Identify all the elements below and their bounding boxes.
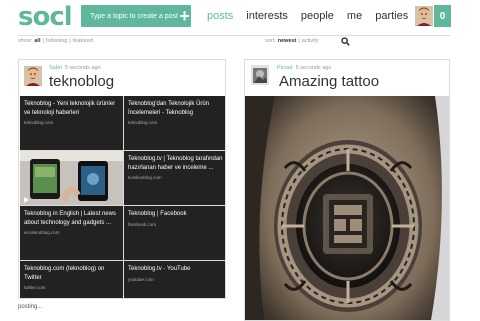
show-filter-prefix: show: [18, 38, 33, 44]
link-domain: youtube.com [128, 276, 154, 282]
nav-people[interactable]: people [301, 10, 334, 22]
filter-separator: | [298, 38, 300, 44]
post-card[interactable]: Picrad 5 seconds ago Amazing tattoo [244, 59, 450, 321]
filter-featured[interactable]: featured [73, 38, 93, 44]
tattoo-photo[interactable] [245, 96, 450, 321]
author-name[interactable]: Sabri [49, 65, 62, 71]
socl-logo[interactable]: socl [18, 2, 73, 32]
link-tile[interactable]: Teknoblog.com (teknoblog) on Twitter twi… [20, 261, 123, 298]
user-avatar[interactable] [415, 6, 433, 26]
link-domain: twitter.com [24, 285, 46, 291]
nav-parties[interactable]: parties [375, 10, 408, 22]
nav-me[interactable]: me [347, 10, 362, 22]
post-title[interactable]: Amazing tattoo [279, 73, 379, 90]
main-nav: posts interests people me parties [207, 10, 408, 22]
author-avatar[interactable] [24, 66, 42, 86]
link-tile[interactable]: Teknoblog'dan Teknolojik Ürün İncelemele… [124, 96, 225, 150]
post-time: 5 seconds ago [295, 65, 332, 71]
link-title: Teknoblog'dan Teknolojik Ürün İncelemele… [128, 101, 210, 116]
link-domain: teknoblog.com [24, 120, 54, 126]
link-tile[interactable]: Teknoblog.tv - YouTube youtube.com [124, 261, 225, 298]
show-filter: show: all | following | featured [18, 38, 93, 44]
link-title: Teknoblog | Facebook [128, 211, 187, 217]
post-meta: Picrad 5 seconds ago [277, 65, 331, 71]
header-divider [18, 35, 450, 36]
link-title: Teknoblog - Yeni teknolojik ürünler ve t… [24, 101, 116, 116]
create-post-button[interactable]: Type a topic to create a post + [81, 5, 191, 27]
link-domain: tv.teknoblog.com [128, 175, 162, 181]
post-time: 5 seconds ago [64, 65, 101, 71]
link-title: Teknoblog.tv - YouTube [128, 266, 191, 272]
link-title: Teknoblog.com (teknoblog) on Twitter [24, 266, 105, 281]
sort-filter: sort: newest | activity [265, 38, 319, 44]
filter-separator: | [42, 38, 44, 44]
link-tile[interactable]: Teknoblog | Facebook facebook.com [124, 206, 225, 260]
author-name[interactable]: Picrad [277, 65, 293, 71]
link-domain: en.teknoblog.com [24, 230, 60, 236]
filter-all[interactable]: all [34, 38, 40, 44]
link-title: Teknoblog.tv | Teknoblog tarafından hazı… [128, 156, 223, 171]
link-title: Teknoblog in English | Latest news about… [24, 211, 116, 226]
link-tile[interactable]: Teknoblog.tv | Teknoblog tarafından hazı… [124, 151, 225, 205]
posting-status: posting... [18, 304, 43, 310]
link-tile[interactable]: Teknoblog - Yeni teknolojik ürünler ve t… [20, 96, 123, 150]
plus-icon: + [179, 5, 190, 26]
author-avatar[interactable] [251, 65, 269, 85]
sort-activity[interactable]: activity [302, 38, 319, 44]
post-meta: Sabri 5 seconds ago [49, 65, 101, 71]
sort-filter-prefix: sort: [265, 38, 276, 44]
create-post-label: Type a topic to create a post [90, 12, 178, 20]
sort-newest[interactable]: newest [278, 38, 297, 44]
notification-badge[interactable]: 0 [434, 5, 451, 27]
nav-posts[interactable]: posts [207, 10, 233, 22]
video-thumbnail[interactable] [20, 151, 123, 205]
post-card[interactable]: Sabri 5 seconds ago teknoblog Teknoblog … [18, 59, 226, 299]
search-icon[interactable] [341, 37, 350, 46]
link-domain: teknoblog.com [128, 120, 158, 126]
nav-interests[interactable]: interests [246, 10, 288, 22]
filter-following[interactable]: following [46, 38, 67, 44]
link-tile[interactable]: Teknoblog in English | Latest news about… [20, 206, 123, 260]
link-grid: Teknoblog - Yeni teknolojik ürünler ve t… [20, 96, 225, 298]
post-title[interactable]: teknoblog [49, 73, 114, 90]
filter-separator: | [69, 38, 71, 44]
link-domain: facebook.com [128, 221, 157, 227]
